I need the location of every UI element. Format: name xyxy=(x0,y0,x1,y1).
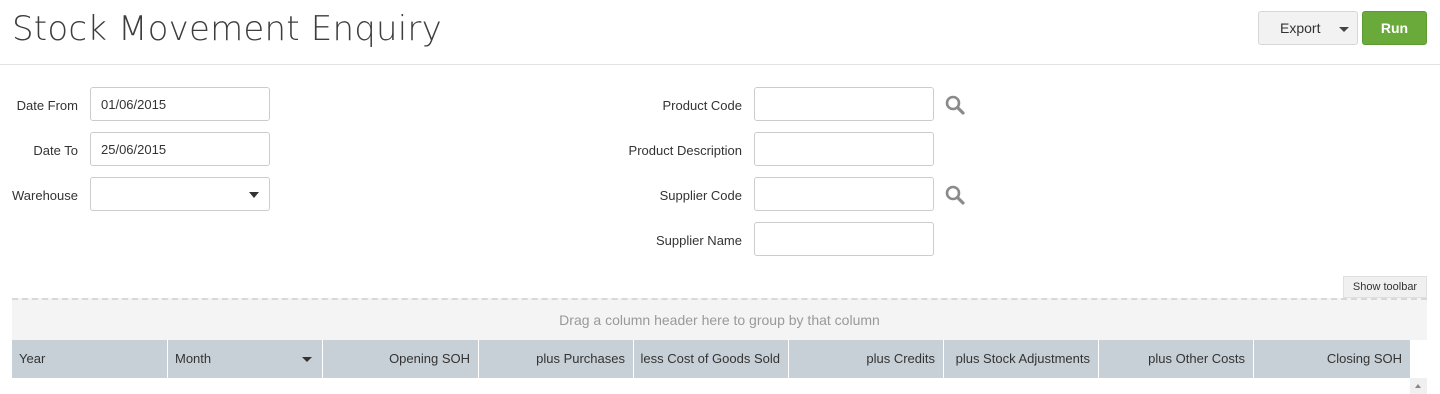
scrollbar-up-button[interactable] xyxy=(1410,378,1427,394)
supplier-code-search-icon[interactable] xyxy=(944,184,966,206)
show-toolbar-button[interactable]: Show toolbar xyxy=(1343,276,1427,298)
product-description-label: Product Description xyxy=(628,143,742,158)
column-header-label: plus Other Costs xyxy=(1148,351,1245,366)
group-by-drop-zone[interactable]: Drag a column header here to group by th… xyxy=(12,298,1427,340)
chevron-down-icon[interactable] xyxy=(302,357,312,362)
column-header-plus-other-costs[interactable]: plus Other Costs xyxy=(1099,340,1254,378)
column-header-label: less Cost of Goods Sold xyxy=(640,351,780,366)
chevron-down-icon xyxy=(249,192,259,198)
column-header-opening-soh[interactable]: Opening SOH xyxy=(323,340,479,378)
supplier-code-label: Supplier Code xyxy=(659,188,742,203)
column-header-month[interactable]: Month xyxy=(168,340,323,378)
column-header-label: Year xyxy=(19,351,46,366)
column-header-label: Opening SOH xyxy=(389,351,470,366)
product-code-input[interactable] xyxy=(754,87,934,121)
date-from-label: Date From xyxy=(16,98,78,113)
product-description-input[interactable] xyxy=(754,132,934,166)
column-header-less-cogs[interactable]: less Cost of Goods Sold xyxy=(634,340,789,378)
chevron-down-icon[interactable] xyxy=(1339,27,1349,32)
export-button-label: Export xyxy=(1280,20,1321,36)
product-code-label: Product Code xyxy=(662,98,743,113)
column-header-label: plus Stock Adjustments xyxy=(955,351,1090,366)
warehouse-label: Warehouse xyxy=(12,188,78,203)
header-divider xyxy=(0,64,1440,65)
product-code-search-icon[interactable] xyxy=(944,94,966,116)
date-from-input[interactable] xyxy=(90,87,270,121)
export-button[interactable]: Export xyxy=(1258,11,1358,45)
warehouse-select[interactable] xyxy=(90,177,270,211)
column-header-plus-purchases[interactable]: plus Purchases xyxy=(479,340,634,378)
supplier-name-input[interactable] xyxy=(754,222,934,256)
column-header-year[interactable]: Year xyxy=(12,340,168,378)
page-title: Stock Movement Enquiry xyxy=(12,9,442,49)
supplier-code-input[interactable] xyxy=(754,177,934,211)
run-button[interactable]: Run xyxy=(1362,11,1427,45)
scroll-up-arrow-icon xyxy=(1415,384,1421,388)
column-header-label: Month xyxy=(175,351,212,366)
date-to-input[interactable] xyxy=(90,132,270,166)
supplier-name-label: Supplier Name xyxy=(656,233,742,248)
date-to-label: Date To xyxy=(33,143,78,158)
column-header-label: plus Purchases xyxy=(536,351,625,366)
column-header-plus-credits[interactable]: plus Credits xyxy=(789,340,944,378)
column-header-label: plus Credits xyxy=(866,351,935,366)
column-header-closing-soh[interactable]: Closing SOH xyxy=(1254,340,1410,378)
column-header-plus-stock-adjustments[interactable]: plus Stock Adjustments xyxy=(944,340,1099,378)
grid-header-row: Year Month Opening SOH plus Purchases le… xyxy=(12,340,1410,378)
column-header-label: Closing SOH xyxy=(1326,351,1402,366)
